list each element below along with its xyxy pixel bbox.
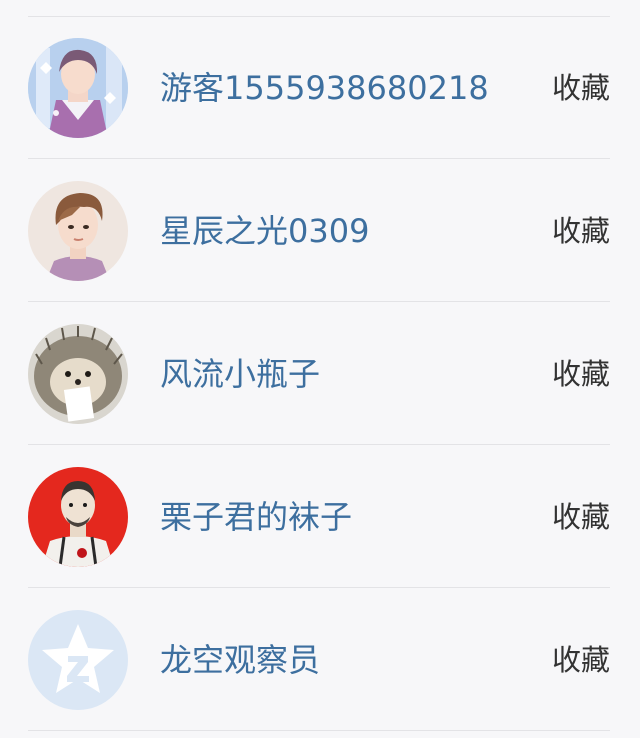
avatar[interactable] xyxy=(28,610,128,710)
list-item: 栗子君的袜子 收藏 xyxy=(0,446,640,588)
user-list: 游客1555938680218 收藏 星辰之光0309 收藏 风流小瓶子 收藏 … xyxy=(0,0,640,738)
user-name[interactable]: 游客1555938680218 xyxy=(160,67,489,109)
default-qq-avatar-icon xyxy=(28,610,128,710)
portrait-avatar-icon xyxy=(28,181,128,281)
list-item: 星辰之光0309 收藏 xyxy=(0,160,640,302)
avatar[interactable] xyxy=(28,38,128,138)
user-name[interactable]: 栗子君的袜子 xyxy=(160,496,352,538)
divider xyxy=(28,730,610,731)
user-name[interactable]: 风流小瓶子 xyxy=(160,353,320,395)
hedgehog-avatar-icon xyxy=(28,324,128,424)
avatar[interactable] xyxy=(28,467,128,567)
favorite-button[interactable]: 收藏 xyxy=(552,67,610,109)
list-item: 风流小瓶子 收藏 xyxy=(0,303,640,445)
user-name[interactable]: 星辰之光0309 xyxy=(160,210,369,252)
anime-boy-avatar-icon xyxy=(28,38,128,138)
list-item: 龙空观察员 收藏 xyxy=(0,589,640,731)
favorite-button[interactable]: 收藏 xyxy=(552,496,610,538)
favorite-button[interactable]: 收藏 xyxy=(552,353,610,395)
divider xyxy=(28,444,610,445)
divider xyxy=(28,301,610,302)
divider xyxy=(28,587,610,588)
divider xyxy=(28,158,610,159)
avatar[interactable] xyxy=(28,181,128,281)
favorite-button[interactable]: 收藏 xyxy=(552,210,610,252)
favorite-button[interactable]: 收藏 xyxy=(552,639,610,681)
list-item: 游客1555938680218 收藏 xyxy=(0,17,640,159)
illustrated-man-avatar-icon xyxy=(28,467,128,567)
avatar[interactable] xyxy=(28,324,128,424)
user-name[interactable]: 龙空观察员 xyxy=(160,639,320,681)
